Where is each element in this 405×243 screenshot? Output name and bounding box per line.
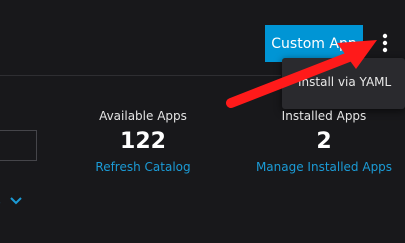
installed-apps-label: Installed Apps bbox=[281, 109, 367, 123]
menu-item-install-yaml[interactable]: Install via YAML bbox=[298, 75, 391, 89]
refresh-catalog-link[interactable]: Refresh Catalog bbox=[93, 160, 193, 174]
installed-apps-stat: Installed Apps 2 Manage Installed Apps bbox=[254, 109, 394, 174]
available-apps-count: 122 bbox=[120, 129, 166, 154]
search-input[interactable] bbox=[0, 130, 37, 161]
available-apps-stat: Available Apps 122 Refresh Catalog bbox=[93, 109, 193, 174]
custom-app-button[interactable]: Custom App bbox=[265, 25, 363, 62]
manage-installed-apps-link[interactable]: Manage Installed Apps bbox=[254, 160, 394, 174]
filter-dropdown-label: s bbox=[0, 194, 1, 209]
installed-apps-count: 2 bbox=[316, 129, 332, 154]
actions-dropdown-menu: Install via YAML bbox=[282, 58, 405, 109]
chevron-down-icon bbox=[10, 197, 22, 205]
available-apps-label: Available Apps bbox=[99, 109, 187, 123]
filter-dropdown-toggle[interactable]: s bbox=[0, 191, 23, 211]
more-vertical-icon[interactable] bbox=[376, 30, 394, 56]
header-divider bbox=[0, 75, 281, 76]
